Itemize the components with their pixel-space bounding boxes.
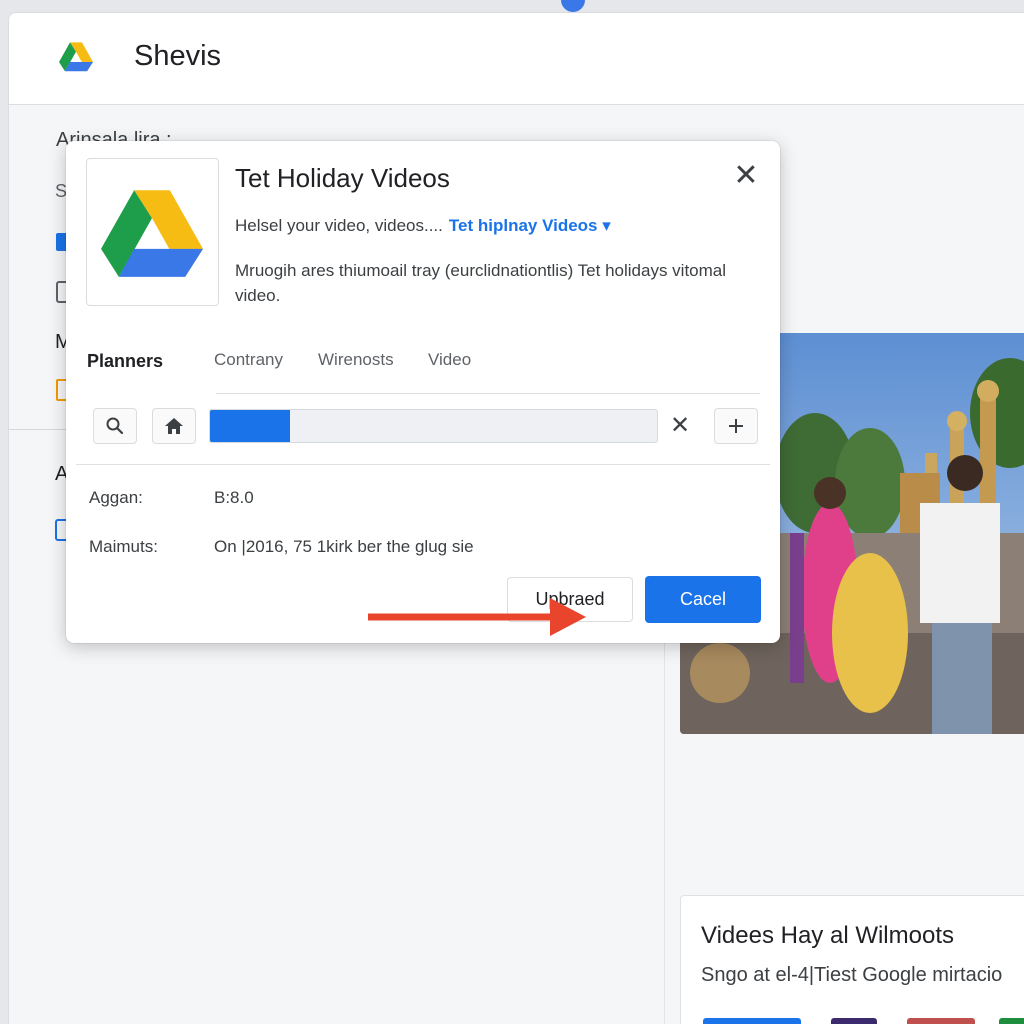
google-drive-icon	[59, 42, 93, 72]
tab-contrany[interactable]: Contrany	[214, 350, 283, 370]
upload-dialog: Tet Holiday Videos ✕ Helsel your video, …	[66, 141, 780, 643]
app-header: Shevis	[9, 13, 1024, 105]
tabs-divider	[216, 393, 760, 394]
bottom-card-title: Videes Hay al Wilmoots	[701, 922, 954, 949]
dialog-title: Tet Holiday Videos	[235, 163, 450, 193]
tab-wirenosts[interactable]: Wirenosts	[318, 350, 394, 370]
app-title: Shevis	[134, 40, 222, 72]
cancel-button[interactable]: Cacel	[645, 576, 761, 623]
chevron-down-icon: ▾	[602, 216, 611, 235]
home-icon	[165, 418, 183, 434]
google-drive-icon	[101, 190, 203, 277]
field-label-aggan: Aggan:	[89, 488, 143, 507]
clear-icon[interactable]: ✕	[660, 408, 700, 444]
plus-icon	[729, 419, 743, 433]
search-button[interactable]	[93, 408, 137, 444]
video-folder-link[interactable]: Tet hiplnay Videos ▾	[449, 216, 611, 235]
tab-video[interactable]: Video	[428, 350, 471, 370]
tabs-label[interactable]: Planners	[87, 351, 163, 372]
field-value-aggan: B:8.0	[214, 488, 254, 507]
bottom-card-subtitle: Sngo at el-4|Tiest Google mirtacio	[701, 964, 1003, 986]
dialog-description: Mruogih ares thiumoail tray (eurclidnati…	[235, 261, 727, 305]
bottom-card-chip[interactable]	[999, 1018, 1024, 1024]
top-indicator-dot	[561, 0, 585, 12]
bottom-card[interactable]: Videes Hay al Wilmoots Sngo at el-4|Ties…	[680, 895, 1024, 1024]
bottom-card-chip[interactable]	[907, 1018, 975, 1024]
upload-progress-fill	[210, 410, 291, 442]
video-folder-link-label: Tet hiplnay Videos	[448, 216, 598, 235]
home-button[interactable]	[152, 408, 196, 444]
dialog-subheading-text: Helsel your video, videos....	[235, 216, 443, 235]
field-value-maimuts: On |2016, 75 1kirk ber the glug sie	[214, 537, 474, 556]
toolbar-divider	[76, 464, 770, 465]
close-icon[interactable]: ✕	[732, 161, 760, 191]
dialog-logo-box	[86, 158, 219, 306]
sidebar-divider	[9, 429, 69, 430]
search-icon	[106, 417, 124, 435]
bottom-card-chip[interactable]	[831, 1018, 877, 1024]
upload-progress-bar	[209, 409, 658, 443]
dialog-subheading: Helsel your video, videos.... Tet hiplnay…	[235, 216, 611, 236]
red-arrow-annotation	[368, 598, 586, 636]
bottom-card-chip[interactable]	[703, 1018, 801, 1024]
add-button[interactable]	[714, 408, 758, 444]
field-label-maimuts: Maimuts:	[89, 537, 158, 556]
